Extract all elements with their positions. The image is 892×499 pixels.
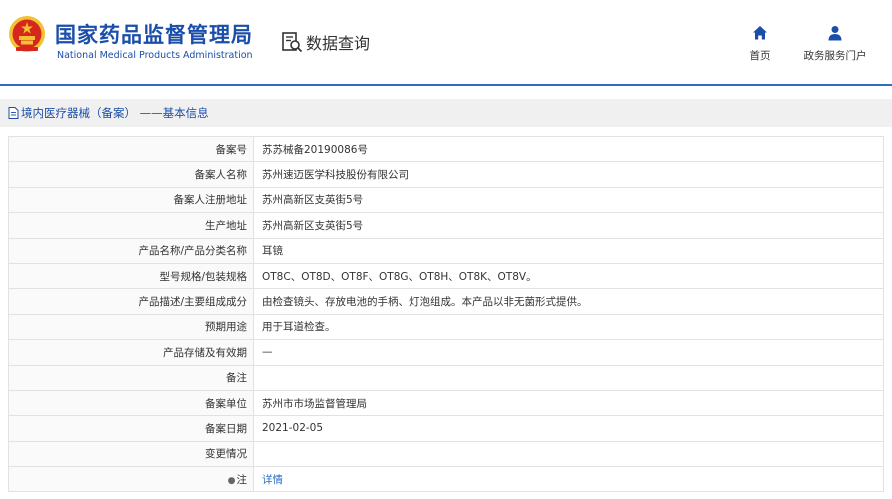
table-row: 备案人名称 苏州速迈医学科技股份有限公司 [8, 161, 884, 188]
field-value: 由检查镜头、存放电池的手柄、灯泡组成。本产品以非无菌形式提供。 [253, 288, 884, 315]
table-row: 预期用途 用于耳道检查。 [8, 313, 884, 341]
field-label: 备案日期 [8, 415, 254, 442]
field-value: 用于耳道检查。 [253, 313, 884, 341]
field-value: 详情 [253, 466, 884, 493]
data-query-heading: 数据查询 [281, 28, 370, 56]
field-label: 产品描述/主要组成成分 [8, 288, 254, 315]
table-row: 备案号 苏苏械备20190086号 [8, 135, 884, 163]
table-row: ●注 详情 [8, 466, 884, 493]
search-document-icon [282, 32, 303, 53]
details-link[interactable]: 详情 [262, 474, 283, 486]
site-title-chinese: 国家药品监督管理局 [55, 23, 253, 47]
field-value: 苏州高新区支英街5号 [253, 186, 884, 214]
table-row: 产品名称/产品分类名称 耳镜 [8, 237, 884, 264]
nav-home[interactable]: 首页 [744, 25, 776, 63]
basic-info-table: 备案号 苏苏械备20190086号 备案人名称 苏州速迈医学科技股份有限公司 备案人注册… [8, 135, 884, 493]
field-value: 苏州市市场监督管理局 [253, 389, 884, 417]
field-label: 产品名称/产品分类名称 [8, 237, 254, 264]
field-label: 生产地址 [8, 212, 254, 239]
site-header: 国家药品监督管理局 National Medical Products Admi… [0, 0, 892, 86]
field-value: 2021-02-05 [253, 415, 884, 442]
field-label: ●注 [8, 466, 254, 493]
breadcrumb: 境内医疗器械（备案） ——基本信息 [0, 99, 892, 127]
breadcrumb-text: 境内医疗器械（备案） ——基本信息 [21, 106, 209, 120]
national-emblem-icon [9, 16, 45, 52]
field-label: 备案号 [8, 135, 254, 163]
field-label: 备案单位 [8, 389, 254, 417]
field-label: 备案人名称 [8, 161, 254, 188]
table-row: 变更情况 [8, 440, 884, 468]
table-row: 备案单位 苏州市市场监督管理局 [8, 389, 884, 417]
field-value: 苏州速迈医学科技股份有限公司 [253, 161, 884, 188]
field-label: 变更情况 [8, 440, 254, 468]
table-row: 备案日期 2021-02-05 [8, 415, 884, 442]
nav-home-label: 首页 [749, 50, 771, 62]
note-label: 注 [236, 473, 248, 486]
field-label: 备注 [8, 364, 254, 391]
data-query-label: 数据查询 [306, 34, 371, 53]
field-value: 耳镜 [253, 237, 884, 264]
home-icon [753, 26, 767, 40]
table-row: 生产地址 苏州高新区支英街5号 [8, 212, 884, 239]
nav-service-portal[interactable]: 政务服务门户 [798, 25, 872, 63]
field-value [253, 364, 884, 391]
field-value: OT8C、OT8D、OT8F、OT8G、OT8H、OT8K、OT8V。 [253, 262, 884, 290]
field-value: — [253, 339, 884, 366]
user-icon [828, 26, 842, 41]
pin-icon: ● [227, 475, 236, 486]
nav-service-portal-label: 政务服务门户 [803, 50, 867, 62]
field-label: 备案人注册地址 [8, 186, 254, 214]
field-value [253, 440, 884, 468]
document-icon [8, 107, 19, 119]
table-row: 备注 [8, 364, 884, 391]
field-label: 型号规格/包装规格 [8, 262, 254, 290]
field-value: 苏苏械备20190086号 [253, 135, 884, 163]
field-value: 苏州高新区支英街5号 [253, 212, 884, 239]
table-row: 产品描述/主要组成成分 由检查镜头、存放电池的手柄、灯泡组成。本产品以非无菌形式提… [8, 288, 884, 315]
field-label: 产品存储及有效期 [8, 339, 254, 366]
field-label: 预期用途 [8, 313, 254, 341]
table-row: 型号规格/包装规格 OT8C、OT8D、OT8F、OT8G、OT8H、OT8K、O… [8, 262, 884, 290]
table-row: 备案人注册地址 苏州高新区支英街5号 [8, 186, 884, 214]
site-title-english: National Medical Products Administration [57, 50, 253, 61]
table-row: 产品存储及有效期 — [8, 339, 884, 366]
